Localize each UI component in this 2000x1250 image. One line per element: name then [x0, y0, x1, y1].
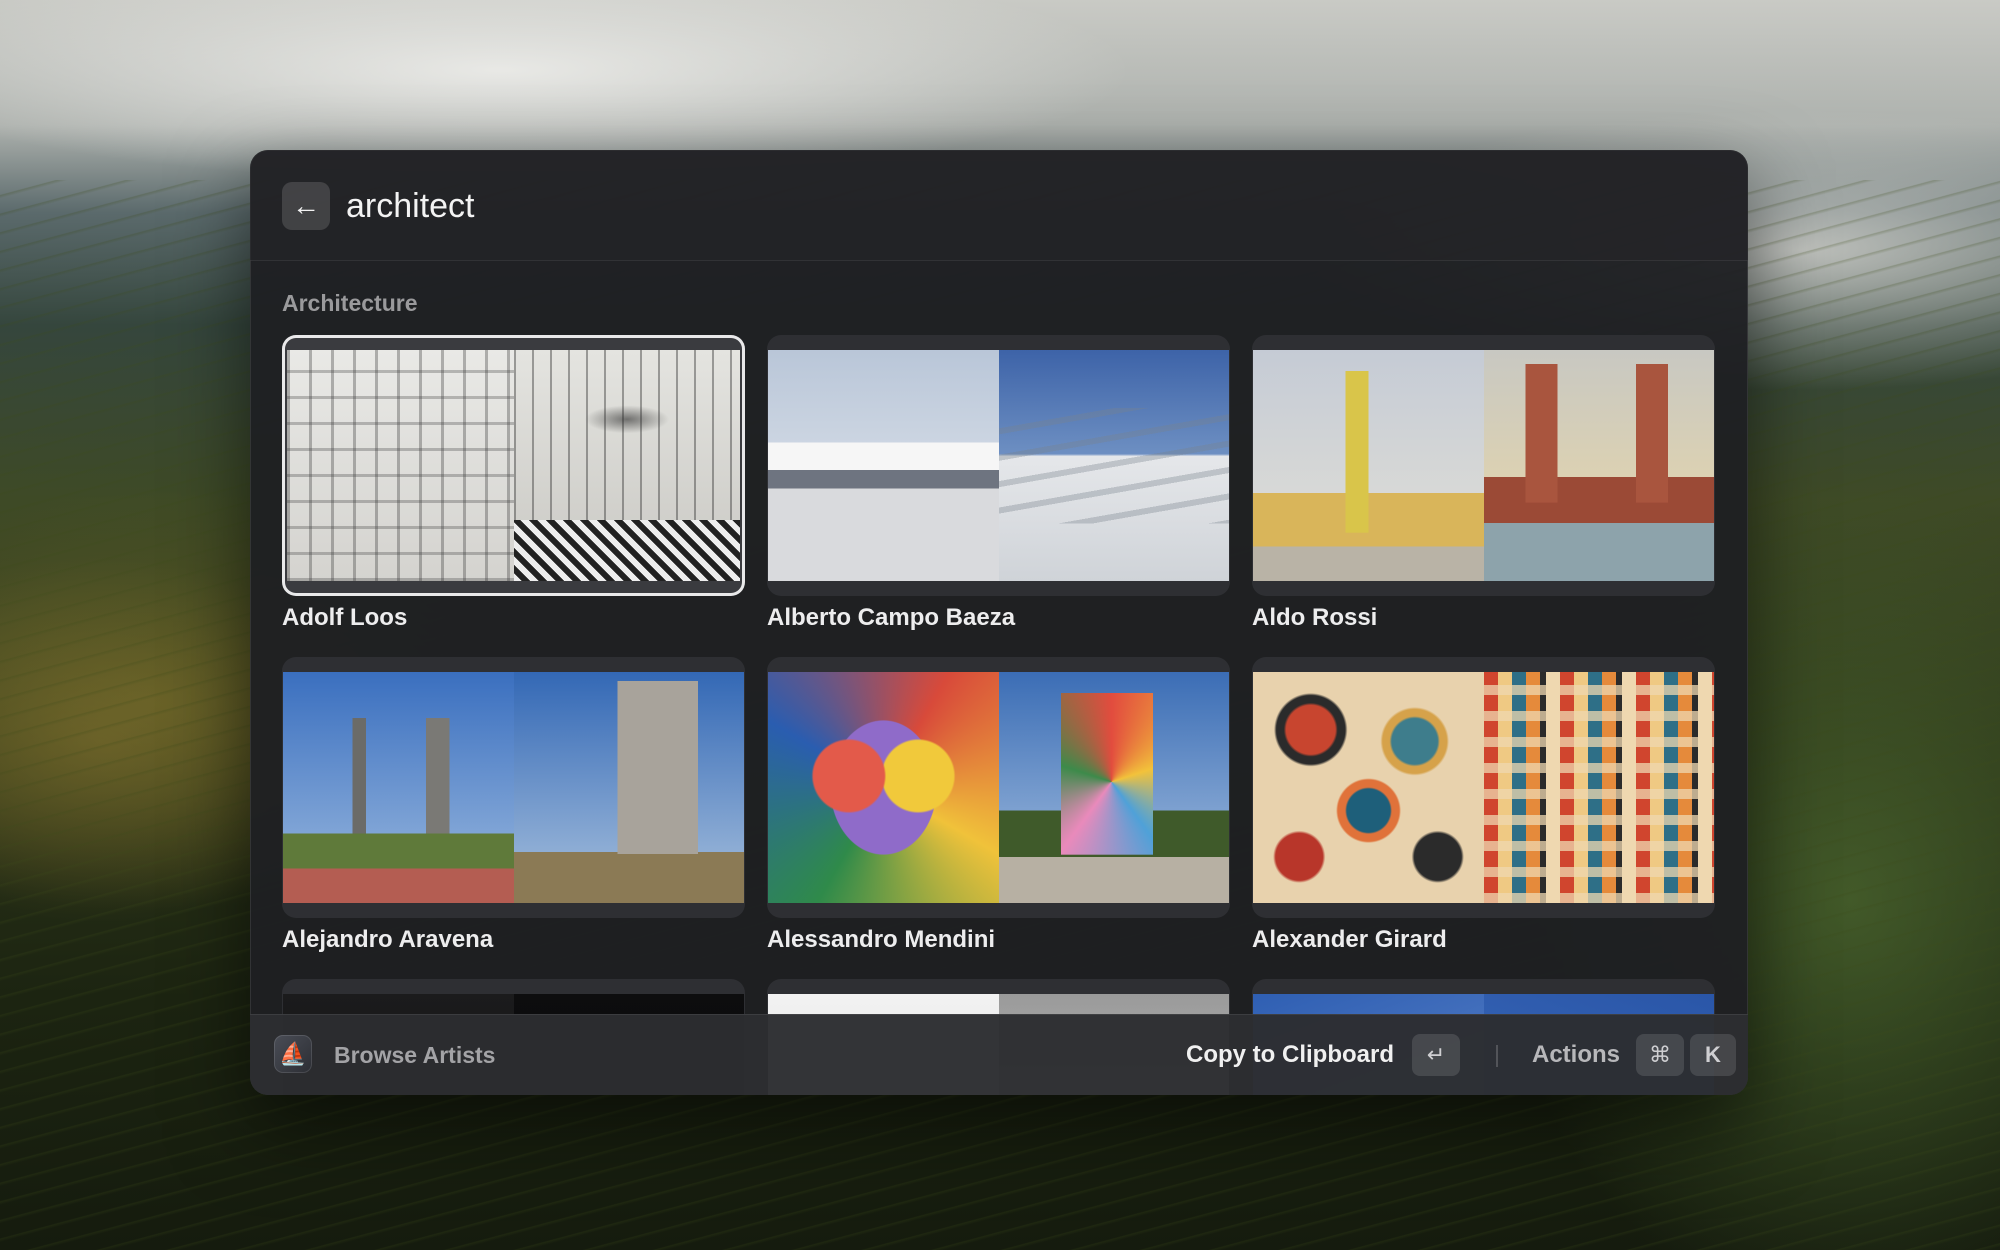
- artist-thumbnail: [282, 335, 745, 596]
- section-title: Architecture: [282, 290, 418, 316]
- white-plaza-image: [998, 350, 1229, 581]
- artist-name: Alessandro Mendini: [767, 926, 996, 953]
- action-bar: ⛵ Browse Artists Copy to Clipboard ↵ Act…: [250, 1014, 1748, 1095]
- artist-thumbnail: [282, 657, 745, 918]
- artist-thumbnail: [1252, 657, 1715, 918]
- artist-name: Aldo Rossi: [1252, 604, 1378, 631]
- artist-thumbnail: [1252, 335, 1715, 596]
- artist-name: Alejandro Aravena: [282, 926, 494, 953]
- footer-title: Browse Artists: [334, 1042, 496, 1068]
- arrow-left-icon: ←: [292, 190, 320, 221]
- colorful-face-image: [768, 672, 999, 903]
- colorful-sculpture-image: [998, 672, 1229, 903]
- artist-card-adolf-loos[interactable]: Adolf Loos: [282, 335, 745, 633]
- folk-pattern-image: [1483, 672, 1714, 903]
- copy-to-clipboard-button[interactable]: Copy to Clipboard: [1186, 1041, 1394, 1069]
- command-key-icon: ⌘: [1636, 1034, 1684, 1076]
- concrete-tower-image: [513, 672, 744, 903]
- search-input[interactable]: [346, 180, 1646, 232]
- artist-grid: Adolf Loos Alberto Campo Baeza Aldo Ross…: [282, 335, 1716, 1095]
- artist-name: Adolf Loos: [282, 604, 408, 631]
- artist-card-aldo-rossi[interactable]: Aldo Rossi: [1252, 335, 1715, 633]
- artist-thumbnail: [767, 335, 1230, 596]
- towers-painting-image: [1253, 350, 1484, 581]
- k-key-badge: K: [1690, 1034, 1736, 1076]
- divider: [1496, 1045, 1498, 1067]
- artist-name: Alberto Campo Baeza: [767, 604, 1016, 631]
- actions-button[interactable]: Actions: [1532, 1041, 1620, 1069]
- artist-name: Alexander Girard: [1252, 926, 1447, 953]
- circle-pattern-image: [1253, 672, 1484, 903]
- artist-thumbnail: [767, 657, 1230, 918]
- enter-key-icon: ↵: [1412, 1034, 1460, 1076]
- building-sketch-image: [287, 350, 514, 581]
- artist-card-alessandro-mendini[interactable]: Alessandro Mendini: [767, 657, 1230, 955]
- artist-card-alejandro-aravena[interactable]: Alejandro Aravena: [282, 657, 745, 955]
- artist-card-alberto-campo-baeza[interactable]: Alberto Campo Baeza: [767, 335, 1230, 633]
- concrete-frames-image: [283, 672, 514, 903]
- launcher-window: ← Architecture Adolf Loos Alberto Campo …: [250, 150, 1748, 1095]
- interior-sketch-image: [513, 350, 740, 581]
- artist-card-alexander-girard[interactable]: Alexander Girard: [1252, 657, 1715, 955]
- search-bar: ←: [250, 150, 1748, 261]
- white-building-image: [768, 350, 999, 581]
- brick-towers-image: [1483, 350, 1714, 581]
- sailboat-icon: ⛵: [274, 1035, 312, 1073]
- back-button[interactable]: ←: [282, 182, 330, 230]
